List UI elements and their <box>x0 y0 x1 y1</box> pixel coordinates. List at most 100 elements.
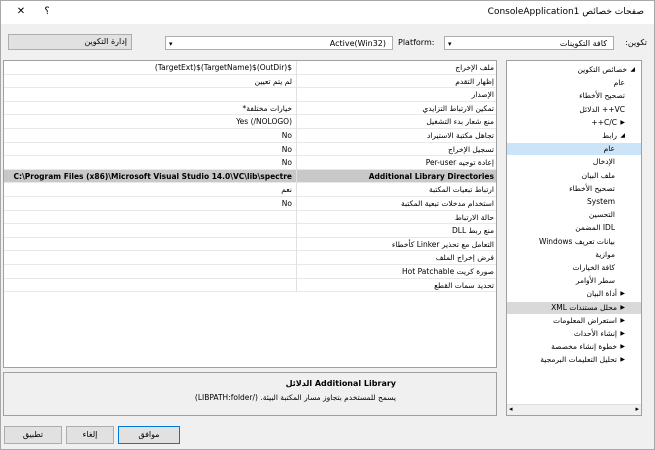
tree-item-label: VC++ الدلائل <box>579 104 625 114</box>
property-value[interactable]: Yes (/NOLOGO) <box>6 115 292 129</box>
property-row[interactable]: التعامل مع تحذير Linker كأخطاء <box>4 237 496 252</box>
property-row[interactable]: الإصدار <box>4 88 496 102</box>
property-value[interactable]: No <box>6 197 292 211</box>
expand-icon[interactable]: ▶ <box>620 117 625 129</box>
tree-item-label: تحليل التعليمات البرمجية <box>540 355 617 365</box>
property-name: تحديد سمات القطع <box>434 280 494 290</box>
property-row[interactable]: فرض إخراج الملف <box>4 251 496 265</box>
expand-icon[interactable]: ▶ <box>620 288 625 300</box>
property-row[interactable]: Yes (/NOLOGO) منع شعار بدء التشغيل <box>4 115 496 129</box>
tree-item-label: عام <box>603 144 615 154</box>
expand-icon[interactable]: ▶ <box>620 315 625 327</box>
tree-item[interactable]: أداة البيان ▶ <box>507 288 641 300</box>
property-row[interactable]: تحديد سمات القطع <box>4 278 496 293</box>
tree-item-label: كافة الخيارات <box>572 263 615 272</box>
property-name: التعامل مع تحذير Linker كأخطاء <box>391 239 494 249</box>
tree-item-label: خصائص التكوين <box>577 65 627 74</box>
tree-item[interactable]: خصائص التكوين ◢ <box>507 64 641 76</box>
expand-icon[interactable]: ▶ <box>620 354 625 366</box>
property-name: حالة الارتباط <box>454 212 494 222</box>
tree-item[interactable]: الإدخال <box>507 156 641 168</box>
description-title: Additional Library الدلائل <box>285 379 396 388</box>
tree-item[interactable]: خطوة إنشاء مخصصة ▶ <box>507 341 641 353</box>
expand-icon[interactable]: ▶ <box>620 328 625 340</box>
property-value[interactable]: No <box>6 129 292 143</box>
help-icon[interactable]: ؟ <box>39 5 55 19</box>
tree-item[interactable]: عام <box>507 143 641 156</box>
tree-item[interactable]: سطر الأوامر <box>507 275 641 287</box>
tree-item[interactable]: موازية <box>507 249 641 261</box>
configuration-manager-button[interactable]: إدارة التكوين <box>8 34 132 50</box>
property-row[interactable]: $(OutDir)$(TargetName)$(TargetExt) ملف ال… <box>4 61 496 75</box>
chevron-down-icon: ▾ <box>169 40 173 48</box>
close-icon[interactable]: ✕ <box>13 5 29 19</box>
platform-select[interactable]: Active(Win32) ▾ <box>165 36 393 50</box>
collapse-icon[interactable]: ◢ <box>620 130 625 142</box>
property-name: فرض إخراج الملف <box>435 253 494 263</box>
tree-item[interactable]: بيانات تعريف Windows <box>507 236 641 248</box>
tree-item[interactable]: رابط ◢ <box>507 130 641 142</box>
tree-item-label: System <box>587 197 615 206</box>
scroll-right-icon[interactable]: ▸ <box>635 405 639 413</box>
tree-item[interactable]: System <box>507 196 641 208</box>
collapse-icon[interactable]: ◢ <box>630 64 635 76</box>
property-value[interactable]: نعم <box>6 183 292 197</box>
property-row[interactable]: No تجاهل مكتبة الاستيراد <box>4 129 496 143</box>
tree-item[interactable]: كافة الخيارات <box>507 262 641 274</box>
platform-label: Platform: <box>398 38 435 47</box>
tree-item[interactable]: تصحيح الأخطاء <box>507 183 641 195</box>
tree-item[interactable]: IDL المضمن <box>507 222 641 234</box>
property-value[interactable]: No <box>6 143 292 157</box>
tree-item-label: سطر الأوامر <box>575 276 615 286</box>
property-name: منع ربط DLL <box>451 226 494 236</box>
property-row[interactable]: No إعادة توجيه Per-user <box>4 156 496 170</box>
config-select[interactable]: كافة التكوينات ▾ <box>444 36 614 50</box>
property-value[interactable]: $(OutDir)$(TargetName)$(TargetExt) <box>6 61 292 75</box>
expand-icon[interactable]: ▶ <box>620 341 625 353</box>
tree-item[interactable]: C/C++ ▶ <box>507 117 641 129</box>
window-title: صفحات خصائص ConsoleApplication1 <box>487 7 644 17</box>
tree-item[interactable]: ملف البيان <box>507 170 641 182</box>
property-row[interactable]: No استخدام مدخلات تبعية المكتبة <box>4 197 496 211</box>
property-name: إعادة توجيه Per-user <box>425 158 494 168</box>
tree-item-label: عام <box>613 78 625 88</box>
scroll-left-icon[interactable]: ◂ <box>509 405 513 413</box>
property-row[interactable]: خيارات مختلفة* تمكين الارتباط التزايدي <box>4 101 496 116</box>
property-value[interactable]: خيارات مختلفة* <box>6 102 292 116</box>
property-row[interactable]: حالة الارتباط <box>4 210 496 225</box>
property-row[interactable]: No تسجيل الإخراج <box>4 142 496 157</box>
ok-button[interactable]: موافق <box>118 426 180 444</box>
property-name: تسجيل الإخراج <box>447 144 494 154</box>
tree-item[interactable]: VC++ الدلائل <box>507 104 641 116</box>
property-name: تمكين الارتباط التزايدي <box>422 103 494 113</box>
tree-item[interactable]: استعراض المعلومات ▶ <box>507 315 641 327</box>
tree-item[interactable]: تصحيح الأخطاء <box>507 90 641 102</box>
property-row[interactable]: C:\Program Files (x86)\Microsoft Visual … <box>4 169 496 184</box>
property-row[interactable]: لم يتم تعيين إظهار التقدم <box>4 74 496 89</box>
tree-item[interactable]: إنشاء الأحداث ▶ <box>507 328 641 340</box>
tree-item[interactable]: محلل مستندات XML ▶ <box>507 301 641 314</box>
property-value[interactable]: C:\Program Files (x86)\Microsoft Visual … <box>6 170 292 184</box>
property-row[interactable]: منع ربط DLL <box>4 224 496 238</box>
property-row[interactable]: صورة كريت Hot Patchable <box>4 265 496 279</box>
tree-horizontal-scrollbar[interactable]: ◂ ▸ <box>507 404 641 415</box>
apply-button[interactable]: تطبيق <box>4 426 62 444</box>
expand-icon[interactable]: ▶ <box>620 302 625 314</box>
property-name: صورة كريت Hot Patchable <box>402 267 494 276</box>
property-row[interactable]: نعم ارتباط تبعيات المكتبة <box>4 183 496 197</box>
property-name: Additional Library Directories <box>368 171 494 181</box>
platform-select-value: Active(Win32) <box>329 39 386 48</box>
property-name: تجاهل مكتبة الاستيراد <box>426 131 494 140</box>
tree-item[interactable]: عام <box>507 77 641 89</box>
tree-item-label: خطوة إنشاء مخصصة <box>551 342 617 352</box>
property-name: إظهار التقدم <box>455 76 494 86</box>
tree-item-label: C/C++ <box>591 117 617 127</box>
config-label: تكوين: <box>625 38 647 47</box>
tree-item[interactable]: التحسين <box>507 209 641 221</box>
property-value[interactable]: لم يتم تعيين <box>6 75 292 89</box>
tree-item[interactable]: تحليل التعليمات البرمجية ▶ <box>507 354 641 366</box>
cancel-button[interactable]: إلغاء <box>66 426 114 444</box>
title-bar: صفحات خصائص ConsoleApplication1 ✕ ؟ <box>1 1 654 24</box>
property-value[interactable]: No <box>6 156 292 170</box>
property-name: ارتباط تبعيات المكتبة <box>428 185 494 195</box>
